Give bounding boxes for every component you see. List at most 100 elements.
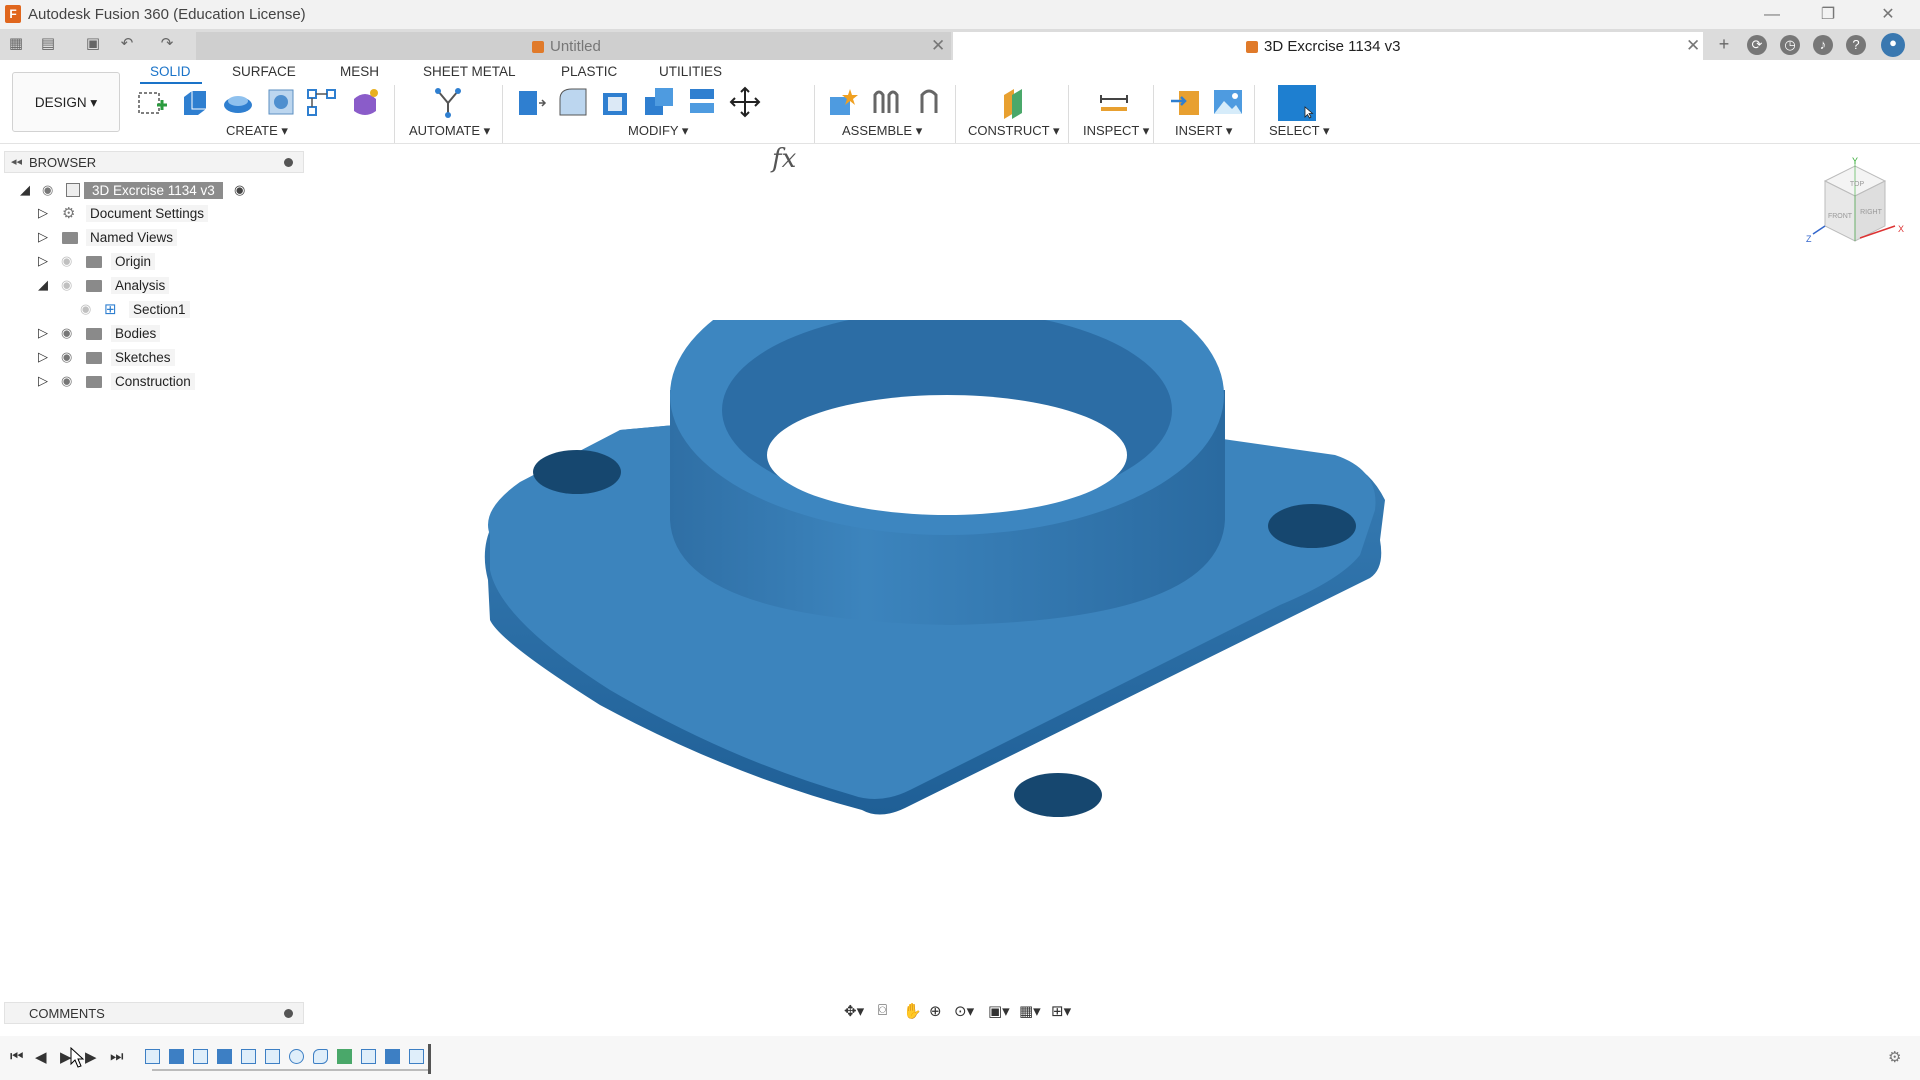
timeline-extrude[interactable] <box>385 1049 400 1064</box>
combine-icon[interactable] <box>642 85 676 119</box>
create-sketch-icon[interactable] <box>135 85 169 119</box>
tab-mesh[interactable]: MESH <box>340 64 379 79</box>
select-icon[interactable] <box>1278 85 1316 121</box>
insert-derive-icon[interactable] <box>1169 85 1203 119</box>
shell-icon[interactable] <box>599 85 633 119</box>
tree-item-document-settings[interactable]: ▷ ⚙ Document Settings <box>0 203 300 225</box>
close-tab-icon[interactable]: ✕ <box>1686 36 1700 56</box>
orbit-icon[interactable]: ✥▾ <box>844 1002 864 1020</box>
modify-menu[interactable]: MODIFY ▾ <box>628 123 688 139</box>
step-forward-icon[interactable]: ▶ <box>85 1048 97 1066</box>
move-icon[interactable] <box>728 85 762 119</box>
add-comment-icon[interactable] <box>284 1009 293 1018</box>
timeline-extrude[interactable] <box>217 1049 232 1064</box>
help-icon[interactable]: ? <box>1846 35 1866 55</box>
expand-arrow-icon[interactable]: ▷ <box>38 229 52 245</box>
construct-menu[interactable]: CONSTRUCT ▾ <box>968 123 1060 139</box>
restore-button[interactable]: ❐ <box>1800 0 1856 29</box>
canvas-image-icon[interactable] <box>1211 85 1245 119</box>
zoom-icon[interactable]: ⊕ <box>929 1002 942 1020</box>
app-grid-icon[interactable]: ▦ <box>6 34 26 54</box>
hole-icon[interactable] <box>264 85 298 119</box>
go-to-end-icon[interactable]: ⏭ <box>110 1048 124 1065</box>
timeline-sketch[interactable] <box>145 1049 160 1064</box>
browser-header[interactable]: ◂◂ BROWSER <box>4 151 304 173</box>
eye-hidden-icon[interactable]: ◉ <box>61 253 77 269</box>
tree-item-bodies[interactable]: ▷ ◉ Bodies <box>0 323 300 345</box>
look-at-icon[interactable]: ⌼ <box>878 1002 887 1019</box>
expand-arrow-icon[interactable]: ▷ <box>38 325 52 341</box>
tree-item-construction[interactable]: ▷ ◉ Construction <box>0 371 300 393</box>
tab-plastic[interactable]: PLASTIC <box>561 64 617 79</box>
step-back-icon[interactable]: ◀ <box>35 1048 47 1066</box>
notifications-icon[interactable]: ♪ <box>1813 35 1833 55</box>
undo-icon[interactable]: ↶ <box>117 34 137 54</box>
tab-untitled[interactable]: Untitled ✕ <box>196 32 951 60</box>
tab-utilities[interactable]: UTILITIES <box>659 64 722 79</box>
assemble-menu[interactable]: ASSEMBLE ▾ <box>842 123 922 139</box>
workspace-switcher[interactable]: DESIGN ▾ <box>12 72 120 132</box>
offset-plane-icon[interactable] <box>996 85 1030 119</box>
eye-icon[interactable]: ◉ <box>42 182 58 198</box>
viewports-icon[interactable]: ⊞▾ <box>1051 1002 1071 1020</box>
go-to-start-icon[interactable]: ⏮ <box>10 1048 24 1065</box>
pattern-icon[interactable] <box>305 85 339 119</box>
avatar[interactable]: ● <box>1881 33 1905 57</box>
timeline-settings-gear-icon[interactable]: ⚙ <box>1888 1048 1901 1066</box>
as-built-joint-icon[interactable] <box>912 85 946 119</box>
expand-arrow-icon[interactable]: ▷ <box>38 205 52 221</box>
display-settings-icon[interactable]: ▣▾ <box>988 1002 1010 1020</box>
eye-icon[interactable]: ◉ <box>61 373 77 389</box>
automate-menu[interactable]: AUTOMATE ▾ <box>409 123 490 139</box>
close-tab-icon[interactable]: ✕ <box>931 36 945 56</box>
collapse-arrow-icon[interactable]: ◢ <box>38 277 52 293</box>
insert-menu[interactable]: INSERT ▾ <box>1175 123 1232 139</box>
collapse-arrow-icon[interactable]: ◢ <box>20 182 34 198</box>
eye-hidden-icon[interactable]: ◉ <box>61 277 77 293</box>
timeline-extrude[interactable] <box>169 1049 184 1064</box>
pin-icon[interactable] <box>284 158 293 167</box>
grid-settings-icon[interactable]: ▦▾ <box>1019 1002 1041 1020</box>
new-tab-icon[interactable]: + <box>1714 34 1734 54</box>
timeline-sketch[interactable] <box>409 1049 424 1064</box>
tree-item-sketches[interactable]: ▷ ◉ Sketches <box>0 347 300 369</box>
joint-icon[interactable] <box>869 85 903 119</box>
timeline-hole[interactable] <box>289 1049 304 1064</box>
expand-arrow-icon[interactable]: ▷ <box>38 373 52 389</box>
collapse-panel-icon[interactable]: ◂◂ <box>11 155 22 168</box>
timeline-fillet[interactable] <box>313 1049 328 1064</box>
fillet-icon[interactable] <box>556 85 590 119</box>
timeline-sketch[interactable] <box>241 1049 256 1064</box>
tree-item-analysis[interactable]: ◢ ◉ Analysis <box>0 275 300 297</box>
revolve-icon[interactable] <box>221 85 255 119</box>
press-pull-icon[interactable] <box>513 85 547 119</box>
job-status-icon[interactable]: ◷ <box>1780 35 1800 55</box>
timeline-sketch[interactable] <box>361 1049 376 1064</box>
tab-surface[interactable]: SURFACE <box>232 64 296 79</box>
expand-arrow-icon[interactable]: ▷ <box>38 349 52 365</box>
tab-solid[interactable]: SOLID <box>150 64 191 79</box>
pan-icon[interactable]: ✋ <box>903 1002 922 1020</box>
eye-hidden-icon[interactable]: ◉ <box>80 301 96 317</box>
select-menu[interactable]: SELECT ▾ <box>1269 123 1329 139</box>
extrude-icon[interactable] <box>178 85 212 119</box>
form-icon[interactable] <box>348 85 382 119</box>
timeline-plane[interactable] <box>337 1049 352 1064</box>
data-panel-icon[interactable]: ⟳ <box>1747 35 1767 55</box>
parameters-icon[interactable]: fx <box>772 144 796 174</box>
timeline-sketch[interactable] <box>193 1049 208 1064</box>
measure-icon[interactable] <box>1097 85 1131 119</box>
tab-active-document[interactable]: 3D Excrcise 1134 v3 ✕ <box>953 32 1703 60</box>
redo-icon[interactable]: ↷ <box>157 34 177 54</box>
file-menu-icon[interactable]: ▤ <box>38 34 58 54</box>
eye-icon[interactable]: ◉ <box>61 325 77 341</box>
tree-item-section1[interactable]: ◉ ⊞ Section1 <box>0 299 300 321</box>
split-body-icon[interactable] <box>685 85 719 119</box>
save-icon[interactable]: ▣ <box>83 34 103 54</box>
comments-header[interactable]: COMMENTS <box>4 1002 304 1024</box>
automate-icon[interactable] <box>431 85 465 119</box>
tree-item-named-views[interactable]: ▷ Named Views <box>0 227 300 249</box>
close-window-button[interactable]: ✕ <box>1860 0 1916 29</box>
model-viewport[interactable] <box>480 320 1420 910</box>
minimize-button[interactable]: — <box>1744 0 1800 29</box>
